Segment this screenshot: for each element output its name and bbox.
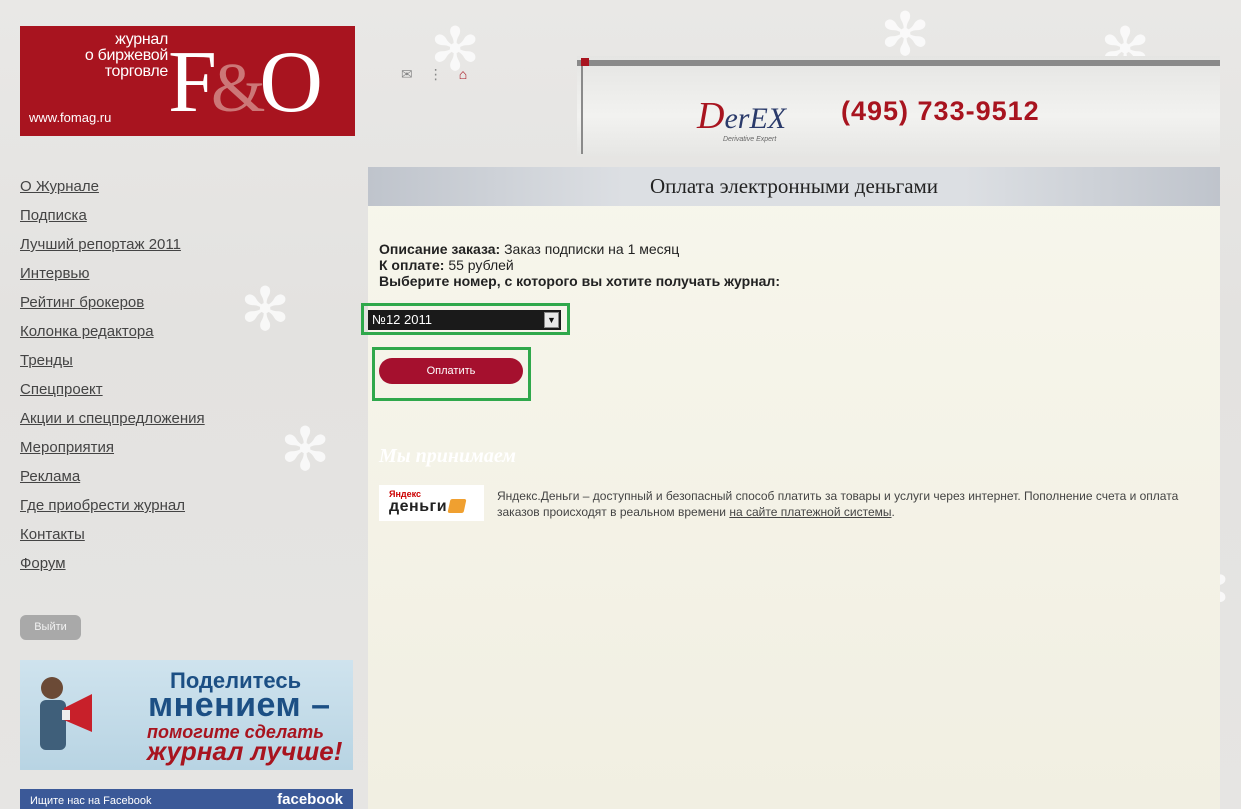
issue-select-value: №12 2011 <box>372 312 432 327</box>
sidebar-item-promotions[interactable]: Акции и спецпредложения <box>20 404 360 433</box>
order-details: Описание заказа: Заказ подписки на 1 мес… <box>379 241 780 289</box>
megaphone-man-icon <box>40 677 92 750</box>
ad-banner[interactable]: DerEX Derivative Expert (495) 733-9512 <box>577 56 1220 156</box>
sidebar-item-about[interactable]: О Журнале <box>20 172 360 201</box>
sidebar-item-special-project[interactable]: Спецпроект <box>20 375 360 404</box>
amount-label: К оплате: <box>379 257 445 273</box>
sidebar-nav: О Журнале Подписка Лучший репортаж 2011 … <box>20 172 360 578</box>
sidebar-item-interview[interactable]: Интервью <box>20 259 360 288</box>
sitemap-icon[interactable]: ⋮ <box>429 66 443 83</box>
sidebar-item-advertising[interactable]: Реклама <box>20 462 360 491</box>
sidebar-item-editor-column[interactable]: Колонка редактора <box>20 317 360 346</box>
order-label: Описание заказа: <box>379 241 501 257</box>
main-content: Оплата электронными деньгами Описание за… <box>361 167 1220 809</box>
derex-subtitle: Derivative Expert <box>723 136 777 143</box>
issue-select-highlight: №12 2011 ▼ <box>361 303 570 335</box>
wallet-icon <box>447 499 467 513</box>
banner-phone: (495) 733-9512 <box>841 96 1040 126</box>
ym-money-text: деньги <box>389 498 448 515</box>
sidebar-item-contacts[interactable]: Контакты <box>20 520 360 549</box>
payment-system-link[interactable]: на сайте платежной системы <box>729 505 891 519</box>
chevron-down-icon[interactable]: ▼ <box>544 312 559 328</box>
top-icons: ✉ ⋮ ⌂ <box>401 66 467 83</box>
sidebar-item-events[interactable]: Мероприятия <box>20 433 360 462</box>
amount-value: 55 рублей <box>448 257 514 273</box>
sidebar-item-best-report[interactable]: Лучший репортаж 2011 <box>20 230 360 259</box>
sidebar-item-broker-rating[interactable]: Рейтинг брокеров <box>20 288 360 317</box>
promo-line2: мнением – <box>148 686 331 724</box>
banner-line <box>581 66 583 154</box>
banner-bar <box>577 60 1220 66</box>
sidebar-item-trends[interactable]: Тренды <box>20 346 360 375</box>
sidebar-item-forum[interactable]: Форум <box>20 549 360 578</box>
issue-select[interactable]: №12 2011 ▼ <box>368 310 561 330</box>
mail-icon[interactable]: ✉ <box>401 66 413 83</box>
page-title: Оплата электронными деньгами <box>368 167 1220 206</box>
banner-accent <box>581 58 589 66</box>
sidebar-item-where-to-buy[interactable]: Где приобрести журнал <box>20 491 360 520</box>
facebook-logo: facebook <box>277 791 343 808</box>
facebook-widget[interactable]: Ищите нас на Facebook facebook <box>20 789 353 809</box>
promo-line4: журнал лучше! <box>147 736 343 766</box>
pay-button[interactable]: Оплатить <box>379 358 523 384</box>
logo-tagline: журнал о биржевой торговле <box>84 31 168 80</box>
yandex-money-logo[interactable]: Яндекс деньги <box>379 485 484 521</box>
sidebar-item-subscription[interactable]: Подписка <box>20 201 360 230</box>
home-icon[interactable]: ⌂ <box>459 66 467 83</box>
order-value: Заказ подписки на 1 месяц <box>504 241 680 257</box>
choose-issue-label: Выберите номер, с которого вы хотите пол… <box>379 273 780 289</box>
logout-button[interactable]: Выйти <box>20 615 81 640</box>
logo-url: www.fomag.ru <box>29 110 112 125</box>
feedback-promo-banner[interactable]: Поделитесь мнением – помогите сделать жу… <box>20 660 353 770</box>
we-accept-heading: Мы принимаем <box>379 445 516 467</box>
pay-button-highlight: Оплатить <box>372 347 531 401</box>
site-logo[interactable]: журнал о биржевой торговле www.fomag.ru … <box>20 26 355 136</box>
logo-brand: F&O <box>168 34 323 131</box>
derex-logo: DerEX <box>697 95 787 137</box>
facebook-text: Ищите нас на Facebook <box>30 795 152 807</box>
yandex-money-description: Яндекс.Деньги – доступный и безопасный с… <box>497 489 1179 519</box>
